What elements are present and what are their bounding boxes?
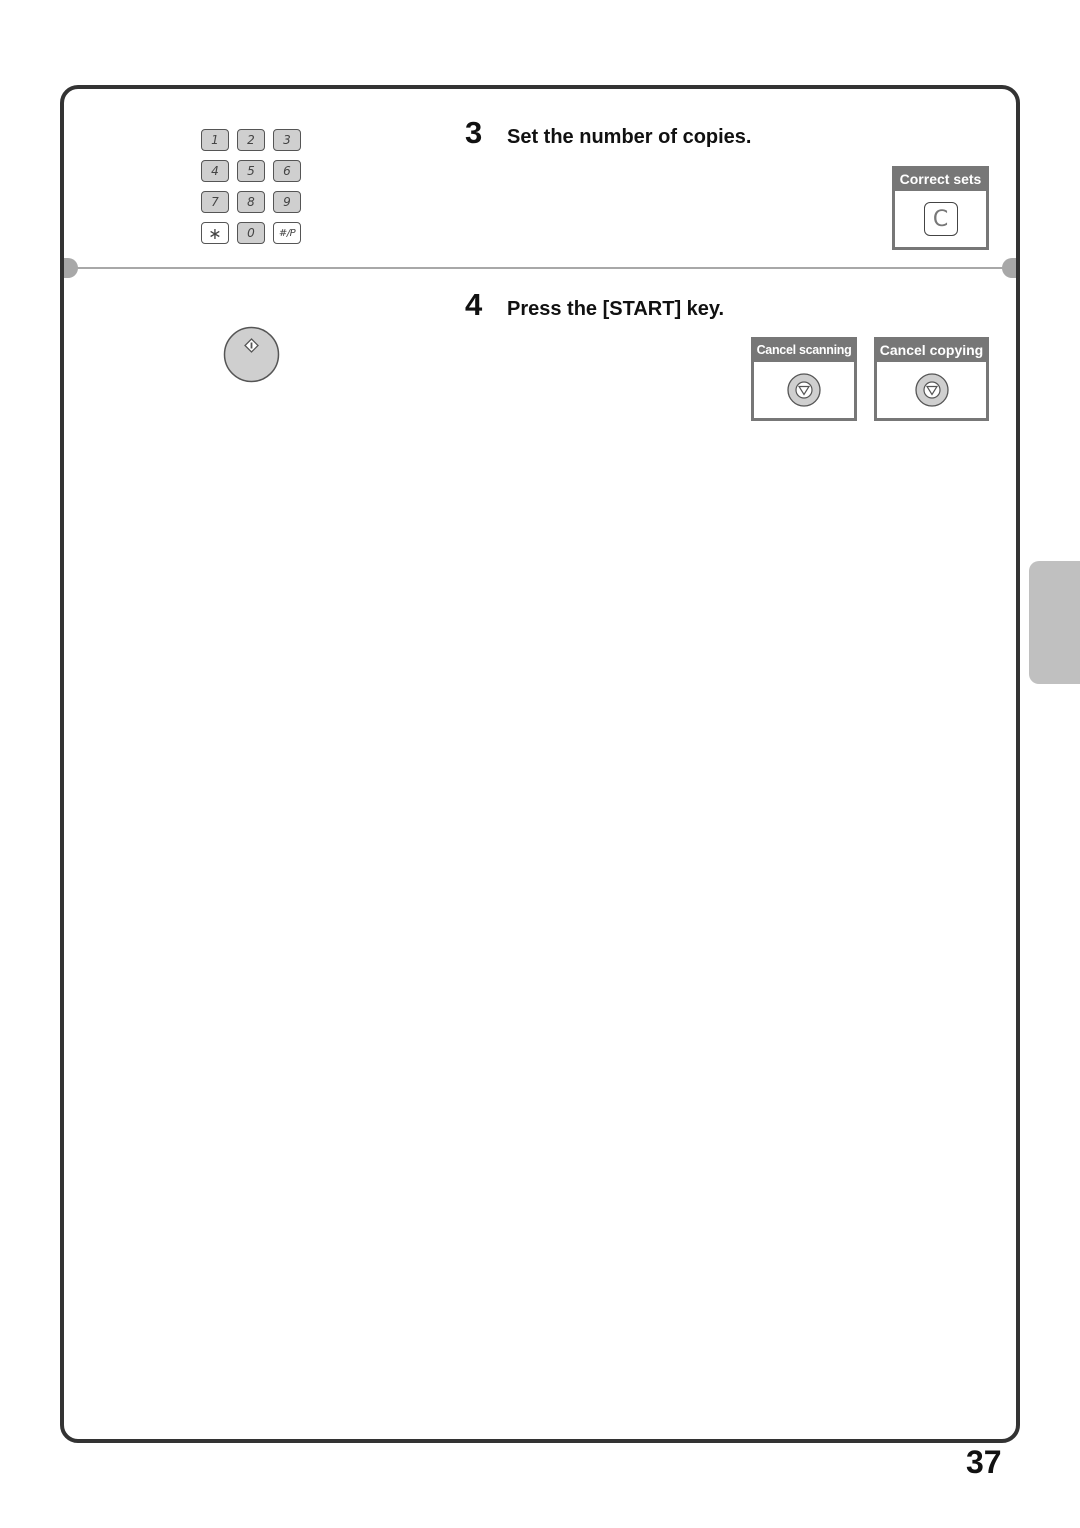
clear-key[interactable]: C [923,202,958,236]
key-6[interactable]: 6 [273,160,301,182]
cancel-scanning-panel: Cancel scanning [751,337,857,421]
key-0[interactable]: 0 [237,222,265,244]
stop-icon[interactable] [914,373,949,407]
divider-end-right [1002,258,1016,278]
key-asterisk[interactable]: ∗ [201,222,229,244]
step-text: Press the [START] key. [507,298,725,320]
correct-sets-panel: Correct sets C [892,166,989,250]
stop-icon[interactable] [787,373,821,407]
step-number: 4 [465,287,483,322]
cancel-copying-label: Cancel copying [877,340,986,362]
key-7[interactable]: 7 [201,191,229,213]
key-hash-p[interactable]: #/P [273,222,301,244]
key-1[interactable]: 1 [201,129,229,151]
key-3[interactable]: 3 [273,129,301,151]
key-2[interactable]: 2 [237,129,265,151]
cancel-copying-panel: Cancel copying [874,337,989,421]
numeric-keypad: 1 2 3 4 5 6 7 8 9 ∗ 0 #/P [201,129,301,244]
start-key[interactable] [223,326,280,383]
page-number: 37 [966,1444,1002,1480]
start-icon [223,326,280,383]
key-8[interactable]: 8 [237,191,265,213]
key-4[interactable]: 4 [201,160,229,182]
cancel-scanning-label: Cancel scanning [754,340,854,362]
key-9[interactable]: 9 [273,191,301,213]
step-3: 3 Set the number of copies. [465,115,751,151]
step-text: Set the number of copies. [507,126,752,148]
key-5[interactable]: 5 [237,160,265,182]
chapter-side-tab [1029,561,1080,684]
step-4: 4 Press the [START] key. [465,287,724,323]
correct-sets-label: Correct sets [895,169,986,191]
step-number: 3 [465,115,483,150]
section-divider [64,267,1016,269]
